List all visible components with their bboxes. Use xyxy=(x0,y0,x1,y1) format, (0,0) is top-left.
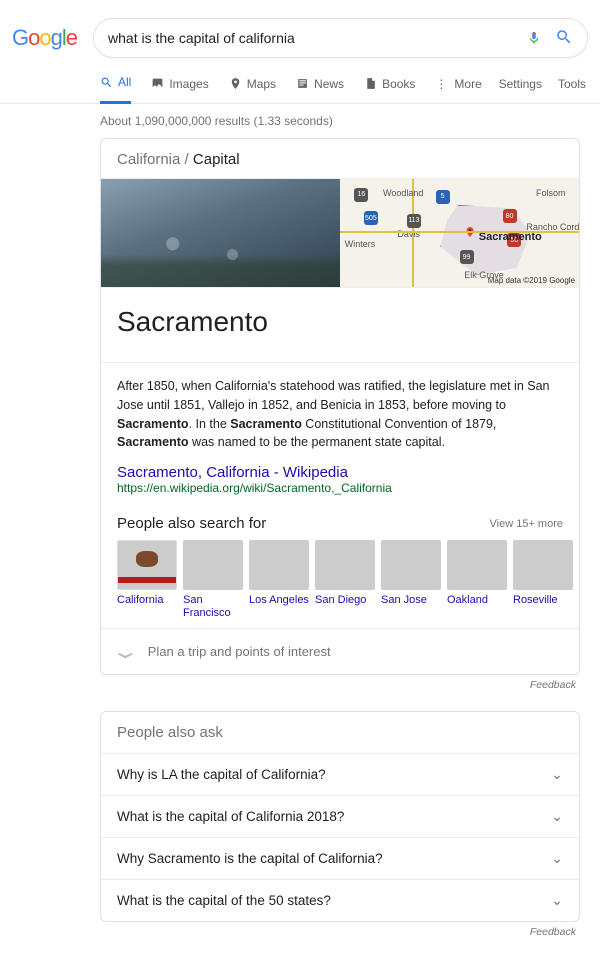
tools-link[interactable]: Tools xyxy=(558,77,586,91)
map-label: Woodland xyxy=(383,188,423,198)
tab-more[interactable]: ⋮ More xyxy=(435,64,481,104)
tab-news[interactable]: News xyxy=(296,64,344,104)
chevron-down-icon: ⌄ xyxy=(551,766,563,783)
map-image[interactable]: Woodland Winters Davis Folsom Rancho Cor… xyxy=(340,179,579,287)
tab-all[interactable]: All xyxy=(100,64,131,104)
map-credit: Map data ©2019 Google xyxy=(488,276,575,285)
settings-link[interactable]: Settings xyxy=(499,77,542,91)
map-label: Davis xyxy=(397,229,420,239)
answer-description: After 1850, when California's statehood … xyxy=(101,363,579,462)
hwy-badge: 99 xyxy=(460,250,474,264)
knowledge-panel: California / Capital Woodland Winters Da… xyxy=(100,138,580,675)
related-title: People also search for xyxy=(117,515,266,532)
related-item[interactable]: California xyxy=(117,540,177,620)
paa-title: People also ask xyxy=(101,712,579,754)
tab-maps[interactable]: Maps xyxy=(229,64,276,104)
city-photo[interactable] xyxy=(101,179,340,287)
paa-question[interactable]: Why Sacramento is the capital of Califor… xyxy=(101,838,579,880)
hwy-badge: 505 xyxy=(364,211,378,225)
hwy-badge: 113 xyxy=(407,214,421,228)
related-item[interactable]: San Jose xyxy=(381,540,441,620)
search-input[interactable] xyxy=(108,30,527,46)
source-link[interactable]: Sacramento, California - Wikipedia xyxy=(101,462,579,481)
map-label: Winters xyxy=(345,239,376,249)
paa-question[interactable]: Why is LA the capital of California?⌄ xyxy=(101,754,579,796)
hwy-badge: 5 xyxy=(436,190,450,204)
google-logo[interactable]: Google xyxy=(12,25,77,51)
paa-question[interactable]: What is the capital of California 2018?⌄ xyxy=(101,796,579,838)
related-item[interactable]: Oakland xyxy=(447,540,507,620)
hwy-badge: 16 xyxy=(354,188,368,202)
mic-icon[interactable] xyxy=(527,29,541,47)
result-stats: About 1,090,000,000 results (1.33 second… xyxy=(100,104,580,138)
feedback-link[interactable]: Feedback xyxy=(100,922,580,938)
map-pin: Sacramento xyxy=(464,224,542,243)
chevron-down-icon: ⌄ xyxy=(110,639,140,664)
plan-trip-row[interactable]: ⌄ Plan a trip and points of interest xyxy=(101,628,579,674)
chevron-down-icon: ⌄ xyxy=(551,892,563,909)
tab-images[interactable]: Images xyxy=(151,64,208,104)
search-box[interactable] xyxy=(93,18,588,58)
tabs-row: All Images Maps News Books ⋮ More Settin… xyxy=(0,64,600,104)
people-also-ask: People also ask Why is LA the capital of… xyxy=(100,711,580,922)
chevron-down-icon: ⌄ xyxy=(551,850,563,867)
answer-title: Sacramento xyxy=(101,288,579,362)
source-url[interactable]: https://en.wikipedia.org/wiki/Sacramento… xyxy=(101,481,579,509)
hwy-badge: 80 xyxy=(503,209,517,223)
related-item[interactable]: Los Angeles xyxy=(249,540,309,620)
feedback-link[interactable]: Feedback xyxy=(100,675,580,691)
related-item[interactable]: San Diego xyxy=(315,540,375,620)
tab-books[interactable]: Books xyxy=(364,64,415,104)
map-label: Folsom xyxy=(536,188,566,198)
breadcrumb[interactable]: California / Capital xyxy=(101,139,579,178)
related-item[interactable]: San Francisco xyxy=(183,540,243,620)
search-icon[interactable] xyxy=(555,28,573,49)
chevron-down-icon: ⌄ xyxy=(551,808,563,825)
related-searches: California San Francisco Los Angeles San… xyxy=(101,540,579,628)
view-more-link[interactable]: View 15+ more xyxy=(490,518,563,530)
paa-question[interactable]: What is the capital of the 50 states?⌄ xyxy=(101,880,579,921)
related-item[interactable]: Roseville xyxy=(513,540,573,620)
